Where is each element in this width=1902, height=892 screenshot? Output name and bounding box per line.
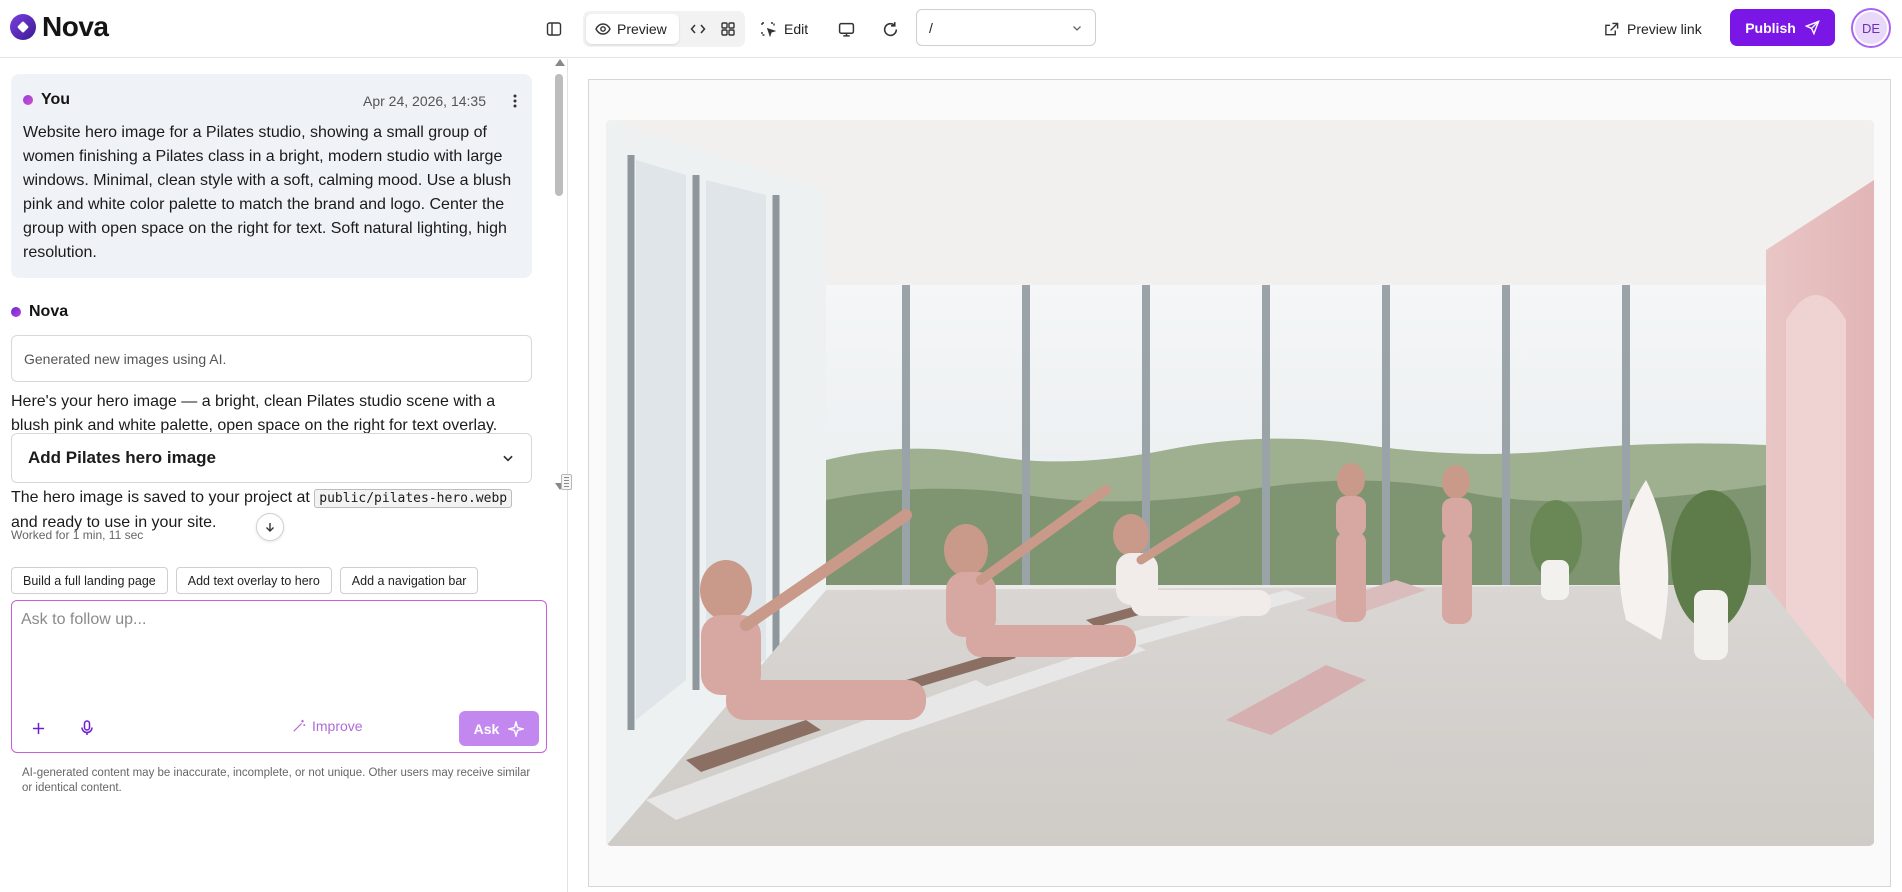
- user-message-header: You: [23, 91, 70, 109]
- file-path-code: public/pilates-hero.webp: [314, 489, 513, 508]
- user-message-text: Website hero image for a Pilates studio,…: [23, 124, 512, 261]
- suggestion-chip[interactable]: Build a full landing page: [11, 567, 168, 594]
- hero-image: [606, 120, 1874, 846]
- site-preview-frame: [588, 79, 1891, 887]
- preview-link-button[interactable]: Preview link: [1604, 15, 1702, 43]
- tool-status[interactable]: Generated new images using AI.: [11, 335, 532, 382]
- sidebar-toggle-button[interactable]: [540, 15, 568, 43]
- user-dot-icon: [23, 95, 33, 105]
- microphone-icon: [81, 720, 93, 735]
- attach-button[interactable]: [27, 717, 49, 739]
- preview-tab-label: Preview: [617, 21, 667, 37]
- more-vertical-icon: [513, 94, 517, 108]
- code-icon: [690, 24, 706, 34]
- publish-label: Publish: [1745, 19, 1796, 36]
- accordion-title: Add Pilates hero image: [28, 448, 216, 467]
- ask-label: Ask: [473, 720, 500, 737]
- refresh-icon: [883, 21, 897, 36]
- app-logo[interactable]: Nova: [10, 11, 109, 42]
- improve-label: Improve: [312, 718, 363, 734]
- user-author: You: [41, 91, 71, 108]
- refresh-button[interactable]: [876, 15, 904, 43]
- work-duration: Worked for 1 min, 11 sec: [11, 528, 144, 542]
- route-select[interactable]: /: [916, 9, 1096, 46]
- message-more-button[interactable]: [507, 92, 523, 110]
- preview-tab[interactable]: Preview: [586, 14, 679, 44]
- assistant-header: Nova: [11, 303, 68, 321]
- route-value: /: [929, 19, 933, 36]
- view-mode-switch: Preview: [583, 11, 745, 47]
- user-avatar[interactable]: DE: [1851, 8, 1891, 48]
- suggestion-chips: Build a full landing page Add text overl…: [11, 567, 479, 594]
- message-composer: Improve Ask: [11, 600, 547, 753]
- select-cursor-icon: [761, 22, 776, 37]
- sidebar-toggle-icon: [546, 22, 562, 36]
- arrow-down-icon: [266, 523, 274, 532]
- external-link-icon: [1605, 22, 1619, 35]
- chat-panel: You Apr 24, 2026, 14:35 Website hero ima…: [0, 59, 566, 892]
- top-bar: Nova Preview Edit / Preview link Publish: [0, 0, 1902, 58]
- suggestion-chip[interactable]: Add a navigation bar: [339, 567, 479, 594]
- changes-accordion[interactable]: Add Pilates hero image: [11, 433, 532, 483]
- grid-icon: [721, 22, 735, 36]
- ask-button[interactable]: Ask: [459, 711, 539, 746]
- scroll-to-bottom-button[interactable]: [256, 513, 284, 541]
- suggestion-chip[interactable]: Add text overlay to hero: [175, 567, 332, 594]
- preview-link-label: Preview link: [1627, 21, 1702, 37]
- assistant-dot-icon: [11, 307, 21, 317]
- plus-icon: [32, 722, 44, 734]
- eye-icon: [595, 23, 611, 35]
- code-tab[interactable]: [684, 15, 712, 43]
- pilates-studio-illustration: [606, 120, 1874, 846]
- app-name: Nova: [42, 11, 109, 42]
- grid-tab[interactable]: [714, 15, 742, 43]
- send-icon: [1804, 20, 1820, 35]
- tool-status-text: Generated new images using AI.: [24, 350, 227, 367]
- publish-button[interactable]: Publish: [1730, 9, 1835, 46]
- user-message: You Apr 24, 2026, 14:35 Website hero ima…: [11, 74, 532, 278]
- assistant-reply: Here's your hero image — a bright, clean…: [11, 393, 498, 434]
- sparkle-icon: [508, 720, 525, 737]
- chevron-down-icon: [1073, 25, 1081, 31]
- improve-prompt-button[interactable]: Improve: [292, 718, 363, 734]
- logo-mark-icon: [10, 14, 36, 40]
- edit-label: Edit: [784, 21, 809, 37]
- chevron-down-icon: [503, 455, 513, 462]
- avatar-initials: DE: [1855, 12, 1887, 44]
- saved-text-before: The hero image is saved to your project …: [11, 489, 315, 506]
- voice-input-button[interactable]: [76, 717, 98, 739]
- follow-up-input[interactable]: [21, 611, 531, 629]
- device-toggle-button[interactable]: [832, 15, 860, 43]
- chat-scrollbar-thumb[interactable]: [555, 74, 563, 196]
- magic-wand-icon: [293, 719, 306, 732]
- panel-resize-handle[interactable]: [561, 474, 572, 490]
- edit-button[interactable]: Edit: [760, 15, 808, 43]
- scroll-up-arrow[interactable]: [555, 59, 565, 66]
- desktop-icon: [838, 22, 854, 37]
- ai-disclaimer: AI-generated content may be inaccurate, …: [22, 767, 531, 794]
- assistant-author: Nova: [29, 303, 69, 320]
- message-timestamp: Apr 24, 2026, 14:35: [363, 93, 486, 109]
